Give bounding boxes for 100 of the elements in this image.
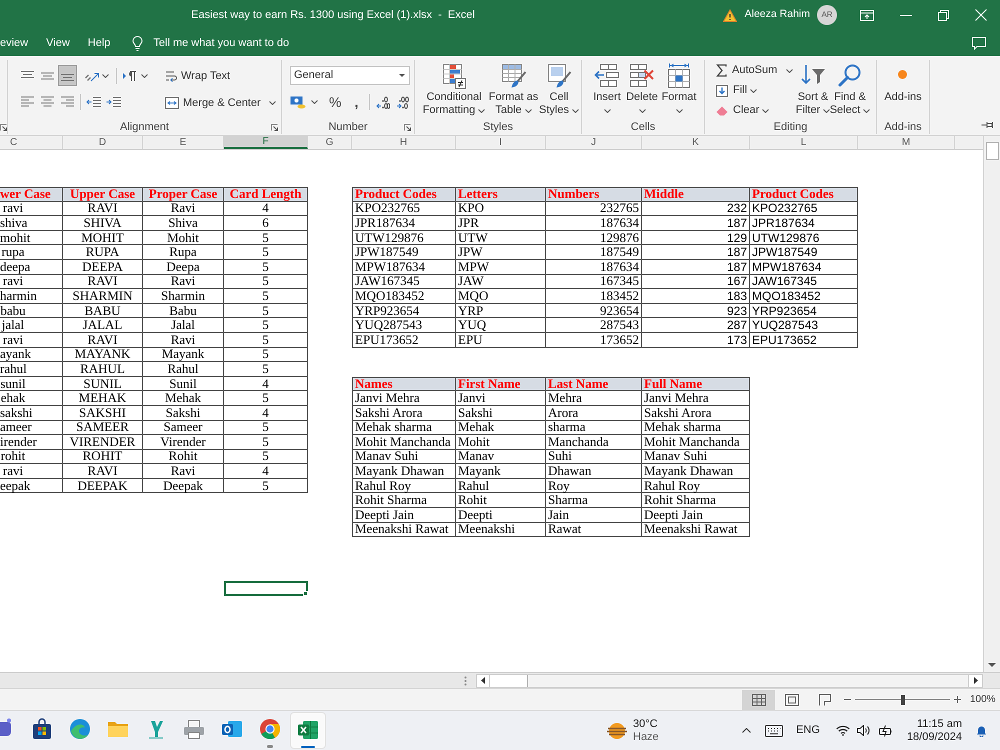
volume-icon[interactable]: [856, 725, 870, 736]
dialog-launcher-icon[interactable]: [404, 124, 411, 130]
menu-tab[interactable]: eview: [0, 31, 28, 55]
conditional-formatting-button[interactable]: Conditional Formatting: [420, 63, 488, 117]
comments-icon[interactable]: [972, 36, 986, 50]
column-header[interactable]: L: [750, 136, 858, 149]
cell-styles-button[interactable]: Cell Styles: [539, 63, 579, 117]
comma-style-button[interactable]: ,: [354, 95, 358, 109]
number-format-dropdown[interactable]: General: [290, 66, 410, 85]
increase-decimal-button[interactable]: [376, 96, 390, 108]
wifi-icon[interactable]: [836, 725, 850, 736]
percent-style-button[interactable]: %: [329, 95, 342, 109]
ribbon-display-options-icon[interactable]: [860, 10, 874, 20]
clock-date[interactable]: 18/09/2024: [906, 730, 962, 744]
column-header[interactable]: J: [546, 136, 642, 149]
caret-icon[interactable]: [478, 108, 486, 112]
scrollbar-thumb[interactable]: [986, 142, 998, 160]
scroll-down-icon[interactable]: [988, 663, 996, 667]
mail-app-icon[interactable]: [221, 718, 243, 740]
table-header-cell: Product Codes: [352, 187, 456, 202]
fill-button[interactable]: Fill: [714, 81, 758, 100]
pin-icon[interactable]: [981, 121, 995, 129]
caret-icon[interactable]: [863, 108, 870, 112]
caret-icon[interactable]: [141, 74, 148, 78]
minimize-icon[interactable]: [900, 14, 912, 16]
taskbar-app-button[interactable]: [290, 712, 326, 749]
add-ins-button[interactable]: Add-ins: [884, 60, 922, 104]
clear-button[interactable]: Clear: [714, 101, 770, 120]
splitter-handle-icon[interactable]: [464, 676, 467, 686]
language-indicator[interactable]: ENG: [796, 722, 820, 739]
store-bag-icon[interactable]: [31, 718, 53, 740]
tell-me-search-field[interactable]: Tell me what you want to do: [153, 34, 304, 52]
user-avatar[interactable]: AR: [817, 5, 837, 25]
browser-swirl-icon[interactable]: [69, 718, 91, 740]
table-cell: Ravi: [143, 332, 224, 348]
find-select-button[interactable]: Find & Select: [830, 63, 870, 117]
keyboard-icon[interactable]: [765, 724, 784, 736]
table-cell: BABU: [63, 304, 143, 318]
spreadsheet-app-icon[interactable]: [297, 719, 319, 741]
delete-button[interactable]: Delete: [625, 63, 659, 117]
column-header[interactable]: H: [352, 136, 456, 149]
weather-haze-icon[interactable]: [606, 720, 628, 740]
caret-icon[interactable]: [750, 88, 758, 92]
round-browser-icon[interactable]: [259, 718, 281, 740]
table-cell: MQO183452: [352, 289, 456, 304]
zoom-percentage[interactable]: 100%: [970, 692, 996, 707]
restore-icon[interactable]: [938, 10, 949, 20]
horizontal-scrollbar[interactable]: [476, 674, 983, 688]
decrease-decimal-button[interactable]: [396, 96, 410, 108]
column-header[interactable]: M: [858, 136, 955, 149]
currency-format-button[interactable]: [290, 95, 318, 109]
caret-icon[interactable]: [762, 108, 770, 112]
column-header[interactable]: F: [224, 136, 308, 149]
autosum-button[interactable]: AutoSum: [714, 61, 794, 80]
menu-tab[interactable]: Help: [88, 31, 110, 55]
close-icon[interactable]: [975, 9, 987, 21]
column-header[interactable]: C: [0, 136, 63, 149]
table-cell: MPW187634: [750, 260, 858, 275]
column-header[interactable]: D: [63, 136, 143, 149]
scrollbar-thumb[interactable]: [490, 674, 528, 686]
zoom-in-icon[interactable]: [954, 696, 961, 703]
caret-icon[interactable]: [676, 108, 682, 112]
caret-icon[interactable]: [604, 108, 610, 112]
caret-icon[interactable]: [786, 68, 794, 72]
insert-button[interactable]: Insert: [589, 63, 625, 117]
column-header[interactable]: I: [456, 136, 546, 149]
menu-tab[interactable]: View: [46, 31, 70, 55]
zoom-slider[interactable]: [855, 694, 950, 704]
caret-icon[interactable]: [311, 100, 318, 104]
format-as-table-button[interactable]: Format as Table: [488, 63, 539, 117]
dialog-launcher-icon[interactable]: [0, 124, 7, 130]
format-button[interactable]: Format: [659, 63, 699, 117]
caret-icon[interactable]: [268, 101, 276, 105]
printer-icon[interactable]: [183, 718, 205, 740]
merge-center-button[interactable]: Merge & Center: [165, 94, 276, 112]
caret-icon[interactable]: [572, 108, 579, 112]
vertical-align-button[interactable]: [58, 65, 77, 86]
caret-icon[interactable]: [638, 108, 646, 112]
table-cell: Mayank Dhawan: [642, 464, 750, 479]
table-cell: irender: [0, 435, 63, 450]
view-button[interactable]: [742, 690, 775, 710]
scroll-left-button[interactable]: [477, 674, 490, 686]
battery-charging-icon[interactable]: [878, 724, 893, 736]
vertical-scrollbar[interactable]: [983, 136, 1000, 672]
dialog-launcher-icon[interactable]: [271, 124, 278, 130]
chevron-up-icon[interactable]: [742, 728, 752, 733]
wrap-text-button[interactable]: Wrap Text: [165, 67, 276, 85]
zoom-slider-thumb[interactable]: [900, 694, 904, 704]
scroll-right-button[interactable]: [968, 674, 982, 686]
column-header[interactable]: K: [642, 136, 750, 149]
notification-bell-icon[interactable]: [976, 724, 987, 736]
column-header[interactable]: G: [308, 136, 352, 149]
sort-filter-button[interactable]: Sort & Filter: [796, 63, 830, 117]
align-left-icon: [21, 96, 34, 107]
chat-app-icon[interactable]: [0, 718, 12, 738]
caret-icon[interactable]: [102, 74, 109, 78]
caret-icon[interactable]: [524, 108, 532, 112]
clock-time[interactable]: 11:15 am: [916, 718, 962, 730]
caret-icon[interactable]: [823, 108, 830, 112]
page-break-preview-icon: [818, 694, 830, 706]
